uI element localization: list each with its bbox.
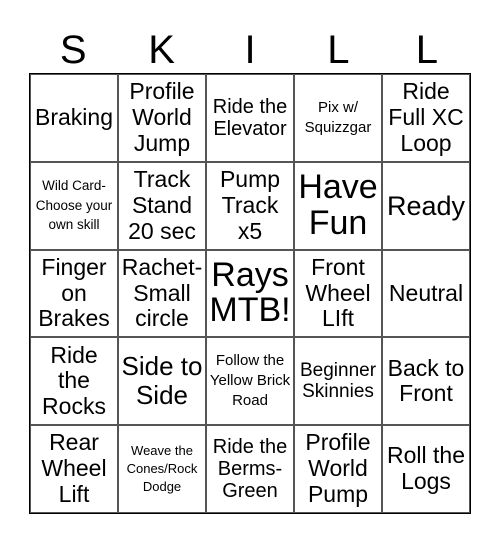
free-space-cell[interactable]: Rays MTB! xyxy=(206,249,294,338)
bingo-cell[interactable]: Track Stand 20 sec xyxy=(118,161,206,250)
bingo-cell[interactable]: Follow the Yellow Brick Road xyxy=(206,337,294,426)
bingo-cell[interactable]: Back to Front xyxy=(382,337,470,426)
bingo-cell[interactable]: Have Fun xyxy=(294,161,382,250)
bingo-cell[interactable]: Wild Card- Choose your own skill xyxy=(30,161,118,250)
bingo-cell[interactable]: Pix w/ Squizzgar xyxy=(294,74,382,162)
bingo-cell[interactable]: Neutral xyxy=(382,249,470,338)
bingo-cell[interactable]: Ready xyxy=(382,161,470,250)
header-letter: L xyxy=(327,28,350,72)
bingo-cell[interactable]: Roll the Logs xyxy=(382,425,470,513)
bingo-cell[interactable]: Ride the Elevator xyxy=(206,74,294,162)
bingo-cell[interactable]: Ride the Berms- Green xyxy=(206,425,294,513)
bingo-cell[interactable]: Rachet- Small circle xyxy=(118,249,206,338)
header-letter: I xyxy=(244,28,256,72)
header-letter: K xyxy=(148,28,175,72)
header-letter: S xyxy=(59,28,87,72)
bingo-cell[interactable]: Finger on Brakes xyxy=(30,249,118,338)
bingo-cell[interactable]: Ride Full XC Loop xyxy=(382,74,470,162)
bingo-cell[interactable]: Profile World Pump xyxy=(294,425,382,513)
bingo-cell[interactable]: Weave the Cones/Rock Dodge xyxy=(118,425,206,513)
bingo-grid: Braking Profile World Jump Ride the Elev… xyxy=(29,73,471,514)
bingo-cell[interactable]: Side to Side xyxy=(118,337,206,426)
bingo-cell[interactable]: Beginner Skinnies xyxy=(294,337,382,426)
bingo-cell[interactable]: Profile World Jump xyxy=(118,74,206,162)
bingo-cell[interactable]: Front Wheel LIft xyxy=(294,249,382,338)
bingo-cell[interactable]: Braking xyxy=(30,74,118,162)
bingo-header: S K I L L xyxy=(29,26,471,74)
bingo-cell[interactable]: Ride the Rocks xyxy=(30,337,118,426)
bingo-cell[interactable]: Pump Track x5 xyxy=(206,161,294,250)
bingo-cell[interactable]: Rear Wheel Lift xyxy=(30,425,118,513)
header-letter: L xyxy=(415,28,438,72)
